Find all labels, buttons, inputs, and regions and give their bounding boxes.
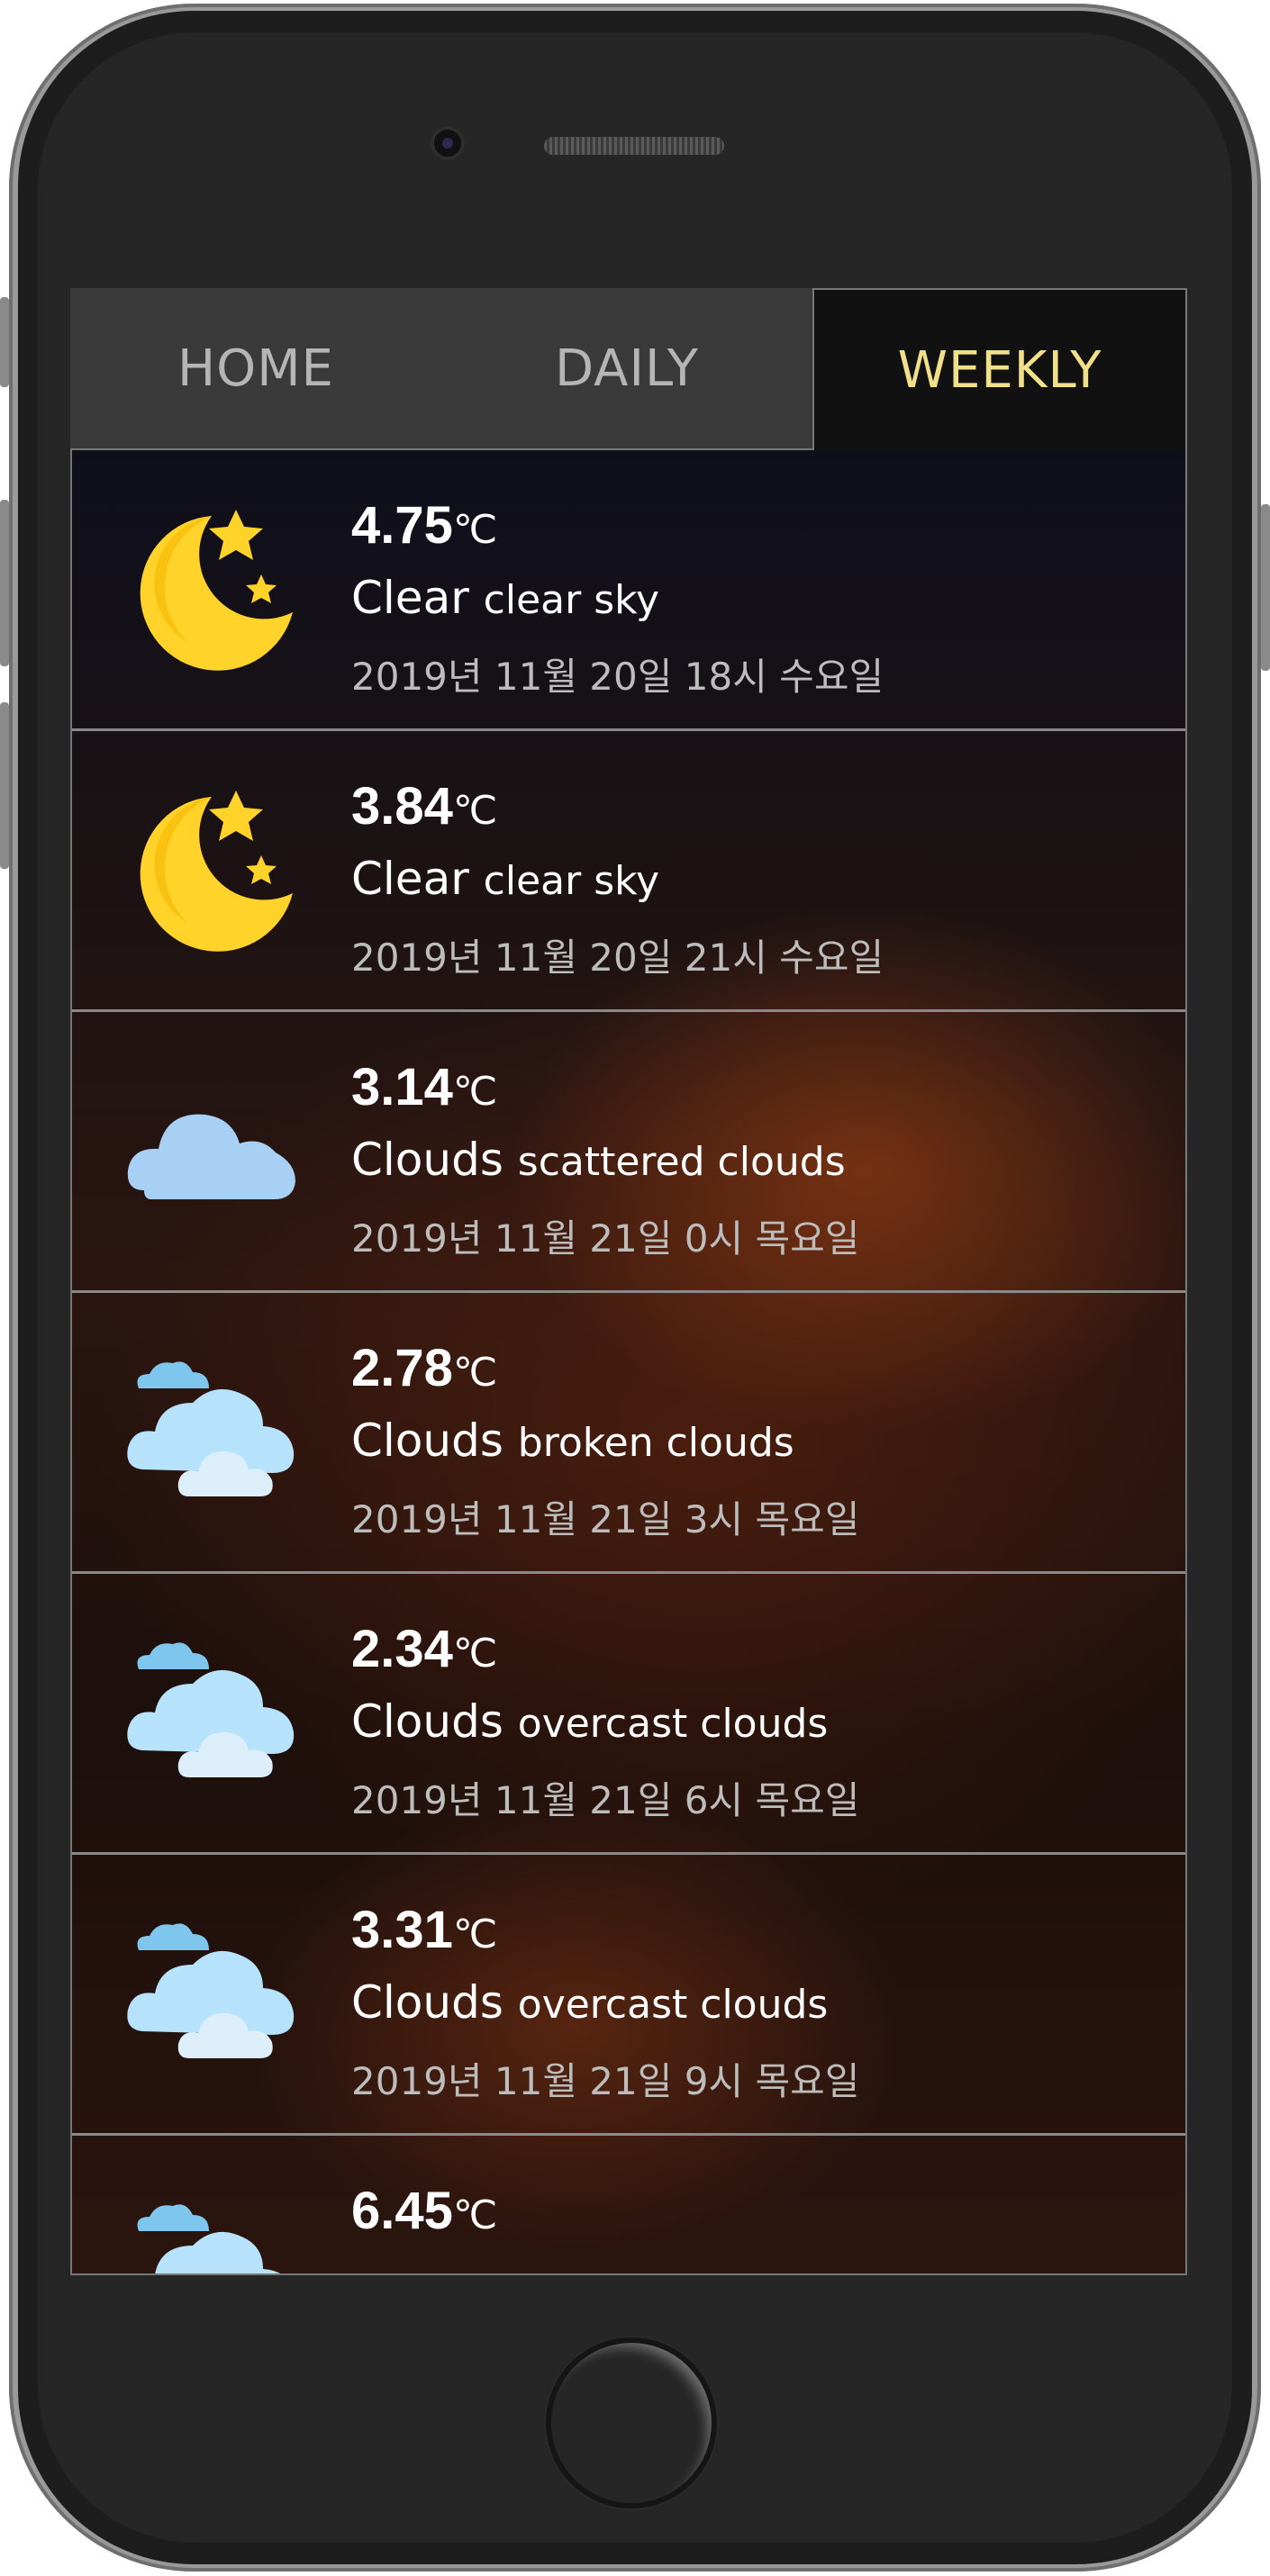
weather-description: Clouds overcast clouds [351,1976,829,2029]
temperature: 2.34℃ [351,1620,498,1678]
temperature: 6.45℃ [351,2182,498,2240]
moon-stars-icon [140,510,293,671]
forecast-datetime: 2019년 11월 21일 0시 목요일 [351,1216,860,1261]
forecast-row: 3.14℃ Clouds scattered clouds 2019년 11월 … [72,1012,1185,1293]
earpiece-speaker [544,137,724,155]
clouds-icon [127,1361,295,1496]
volume-down-button [0,702,9,869]
power-button [1261,504,1270,671]
tab-bar: HOME DAILY WEEKLY [70,288,1187,450]
temperature: 3.84℃ [351,777,498,836]
front-camera-icon [434,130,461,157]
silent-switch [0,297,9,387]
weather-description: Clear clear sky [351,572,660,624]
forecast-datetime: 2019년 11월 20일 21시 수요일 [351,935,884,980]
forecast-row: 3.31℃ Clouds overcast clouds 2019년 11월 2… [72,1855,1185,2136]
tab-daily[interactable]: DAILY [441,288,812,450]
volume-up-button [0,500,9,666]
app-screen: HOME DAILY WEEKLY 4.75℃ Clear clear sky … [70,288,1187,2275]
moon-stars-icon [140,791,293,952]
forecast-datetime: 2019년 11월 20일 18시 수요일 [351,655,884,699]
temperature: 3.14℃ [351,1058,498,1116]
forecast-row: 6.45℃ [72,2136,1185,2273]
weather-description: Clouds scattered clouds [351,1134,846,1186]
forecast-datetime: 2019년 11월 21일 9시 목요일 [351,2059,860,2103]
forecast-datetime: 2019년 11월 21일 6시 목요일 [351,1778,860,1822]
forecast-row: 4.75℃ Clear clear sky 2019년 11월 20일 18시 … [72,450,1185,731]
home-button[interactable] [546,2337,717,2508]
weather-description: Clear clear sky [351,853,660,905]
tab-home[interactable]: HOME [70,288,441,450]
forecast-row: 2.78℃ Clouds broken clouds 2019년 11월 21일… [72,1293,1185,1574]
weather-description: Clouds overcast clouds [351,1695,829,1748]
temperature: 4.75℃ [351,496,498,555]
tab-weekly[interactable]: WEEKLY [812,288,1187,450]
temperature: 2.78℃ [351,1339,498,1397]
clouds-icon [127,1923,295,2058]
forecast-list[interactable]: 4.75℃ Clear clear sky 2019년 11월 20일 18시 … [70,450,1187,2275]
clouds-icon [137,2204,281,2273]
forecast-row: 3.84℃ Clear clear sky 2019년 11월 20일 21시 … [72,731,1185,1012]
forecast-row: 2.34℃ Clouds overcast clouds 2019년 11월 2… [72,1574,1185,1855]
clouds-icon [127,1642,295,1777]
weather-description: Clouds broken clouds [351,1415,794,1467]
forecast-datetime: 2019년 11월 21일 3시 목요일 [351,1497,860,1541]
cloud-icon [127,1114,295,1199]
temperature: 3.31℃ [351,1901,498,1959]
